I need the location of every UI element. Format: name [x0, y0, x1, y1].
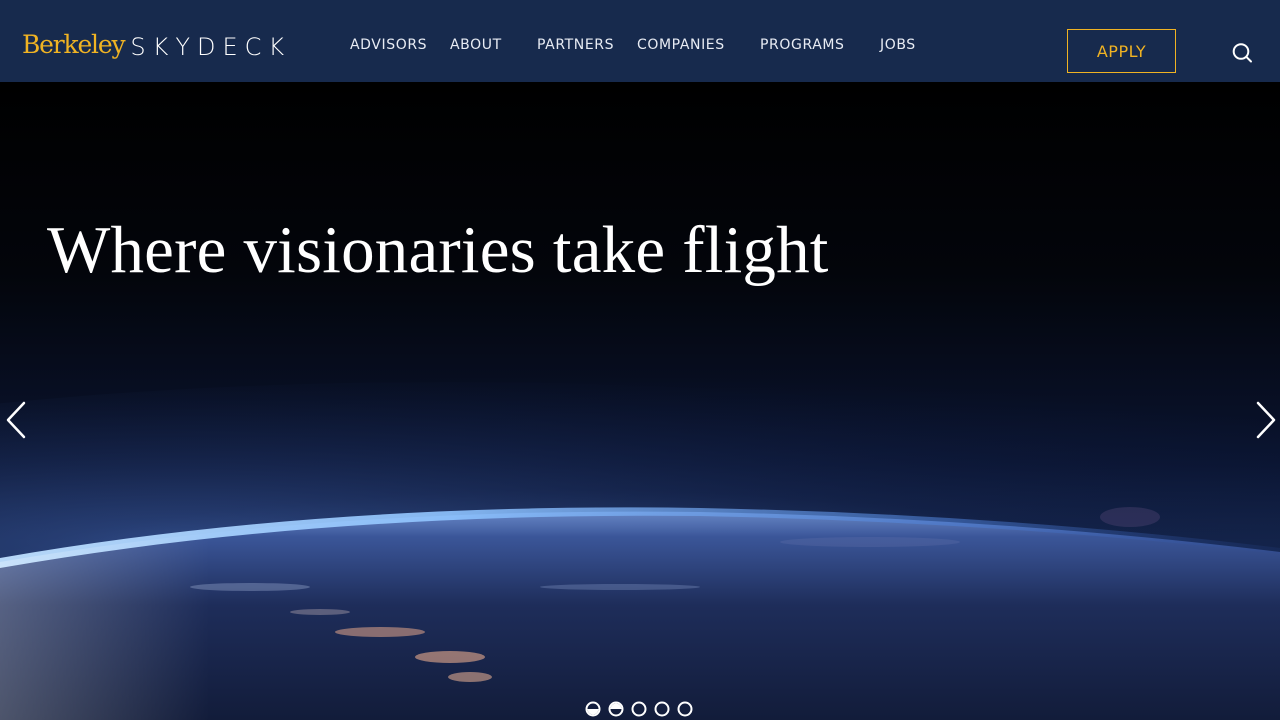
apply-button[interactable]: APPLY: [1067, 29, 1176, 73]
hero-slider: Where visionaries take flight: [0, 82, 1280, 720]
dot-icon: [677, 701, 693, 717]
page: Berkeley SKYDECK ADVISORS ABOUT PARTNERS…: [0, 0, 1280, 720]
dot-icon: [585, 701, 601, 717]
slider-dot-5[interactable]: [677, 701, 693, 717]
dot-icon: [631, 701, 647, 717]
nav-item-advisors[interactable]: ADVISORS: [350, 36, 427, 54]
hero-title: Where visionaries take flight: [47, 213, 829, 287]
nav-item-programs[interactable]: PROGRAMS: [760, 36, 845, 54]
slider-next-button[interactable]: [1250, 398, 1280, 442]
logo-link[interactable]: Berkeley SKYDECK: [22, 32, 291, 68]
slider-dot-4[interactable]: [654, 701, 670, 717]
earth-horizon-image: [0, 382, 1280, 720]
dot-icon: [654, 701, 670, 717]
slider-dot-1[interactable]: [585, 701, 601, 717]
nav-item-companies[interactable]: COMPANIES: [637, 36, 725, 54]
search-button[interactable]: [1230, 41, 1254, 65]
site-header: Berkeley SKYDECK ADVISORS ABOUT PARTNERS…: [0, 0, 1280, 82]
slider-pagination: [585, 701, 693, 719]
search-icon: [1232, 43, 1252, 63]
chevron-right-icon: [1256, 401, 1276, 439]
dot-icon: [608, 701, 624, 717]
logo-berkeley: Berkeley: [22, 30, 126, 59]
logo-skydeck: SKYDECK: [130, 33, 292, 61]
slider-dot-3[interactable]: [631, 701, 647, 717]
nav-item-about[interactable]: ABOUT: [450, 36, 502, 54]
nav-item-jobs[interactable]: JOBS: [880, 36, 916, 54]
slider-dot-2[interactable]: [608, 701, 624, 717]
chevron-left-icon: [6, 401, 26, 439]
nav-item-partners[interactable]: PARTNERS: [537, 36, 614, 54]
slider-prev-button[interactable]: [2, 398, 32, 442]
